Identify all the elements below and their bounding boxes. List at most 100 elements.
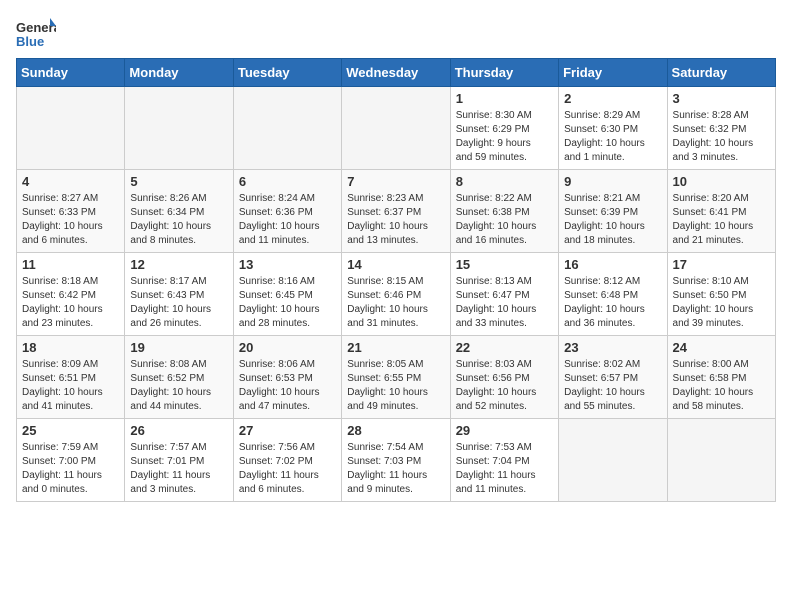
calendar-cell: 7 Sunrise: 8:23 AM Sunset: 6:37 PM Daylig… (342, 170, 450, 253)
calendar-cell: 2 Sunrise: 8:29 AM Sunset: 6:30 PM Daylig… (559, 87, 667, 170)
day-info: Sunrise: 7:53 AM Sunset: 7:04 PM Dayligh… (456, 441, 553, 497)
day-info: Sunrise: 7:56 AM Sunset: 7:02 PM Dayligh… (239, 441, 336, 497)
calendar-cell: 3 Sunrise: 8:28 AM Sunset: 6:32 PM Daylig… (667, 87, 775, 170)
calendar-week-4: 18Sunrise: 8:09 AM Sunset: 6:51 PM Dayli… (17, 336, 776, 419)
day-info: Sunrise: 8:05 AM Sunset: 6:55 PM Dayligh… (347, 358, 444, 414)
day-number: 8 (456, 174, 553, 189)
day-info: Sunrise: 8:15 AM Sunset: 6:46 PM Dayligh… (347, 275, 444, 331)
weekday-header-tuesday: Tuesday (233, 59, 341, 87)
day-info: Sunrise: 8:22 AM Sunset: 6:38 PM Dayligh… (456, 192, 553, 248)
day-number: 19 (130, 340, 227, 355)
day-info: Sunrise: 8:23 AM Sunset: 6:37 PM Dayligh… (347, 192, 444, 248)
calendar-cell (125, 87, 233, 170)
calendar-week-3: 11 Sunrise: 8:18 AM Sunset: 6:42 PM Dayli… (17, 253, 776, 336)
day-info: Sunrise: 8:13 AM Sunset: 6:47 PM Dayligh… (456, 275, 553, 331)
calendar-cell: 6Sunrise: 8:24 AM Sunset: 6:36 PM Daylig… (233, 170, 341, 253)
page-header: General Blue (16, 16, 776, 52)
calendar-cell: 4 Sunrise: 8:27 AM Sunset: 6:33 PM Daylig… (17, 170, 125, 253)
calendar-cell: 12 Sunrise: 8:17 AM Sunset: 6:43 PM Dayli… (125, 253, 233, 336)
logo: General Blue (16, 16, 56, 52)
day-number: 22 (456, 340, 553, 355)
day-number: 16 (564, 257, 661, 272)
calendar-cell: 13 Sunrise: 8:16 AM Sunset: 6:45 PM Dayli… (233, 253, 341, 336)
calendar-cell: 24 Sunrise: 8:00 AM Sunset: 6:58 PM Dayli… (667, 336, 775, 419)
calendar-cell: 11 Sunrise: 8:18 AM Sunset: 6:42 PM Dayli… (17, 253, 125, 336)
calendar-body: 1 Sunrise: 8:30 AM Sunset: 6:29 PM Daylig… (17, 87, 776, 502)
calendar-cell: 27Sunrise: 7:56 AM Sunset: 7:02 PM Dayli… (233, 419, 341, 502)
day-number: 11 (22, 257, 119, 272)
day-info: Sunrise: 8:29 AM Sunset: 6:30 PM Dayligh… (564, 109, 661, 165)
day-number: 17 (673, 257, 770, 272)
calendar-cell (559, 419, 667, 502)
calendar-week-2: 4 Sunrise: 8:27 AM Sunset: 6:33 PM Daylig… (17, 170, 776, 253)
day-number: 1 (456, 91, 553, 106)
calendar-cell: 20Sunrise: 8:06 AM Sunset: 6:53 PM Dayli… (233, 336, 341, 419)
day-number: 4 (22, 174, 119, 189)
day-info: Sunrise: 8:00 AM Sunset: 6:58 PM Dayligh… (673, 358, 770, 414)
day-info: Sunrise: 8:20 AM Sunset: 6:41 PM Dayligh… (673, 192, 770, 248)
day-info: Sunrise: 8:27 AM Sunset: 6:33 PM Dayligh… (22, 192, 119, 248)
weekday-header-monday: Monday (125, 59, 233, 87)
day-number: 12 (130, 257, 227, 272)
calendar-week-5: 25Sunrise: 7:59 AM Sunset: 7:00 PM Dayli… (17, 419, 776, 502)
svg-text:Blue: Blue (16, 34, 44, 49)
day-info: Sunrise: 8:17 AM Sunset: 6:43 PM Dayligh… (130, 275, 227, 331)
day-number: 24 (673, 340, 770, 355)
calendar-cell: 18Sunrise: 8:09 AM Sunset: 6:51 PM Dayli… (17, 336, 125, 419)
logo-icon: General Blue (16, 16, 56, 52)
day-info: Sunrise: 8:12 AM Sunset: 6:48 PM Dayligh… (564, 275, 661, 331)
day-info: Sunrise: 8:16 AM Sunset: 6:45 PM Dayligh… (239, 275, 336, 331)
calendar-table: SundayMondayTuesdayWednesdayThursdayFrid… (16, 58, 776, 502)
day-info: Sunrise: 8:10 AM Sunset: 6:50 PM Dayligh… (673, 275, 770, 331)
day-info: Sunrise: 8:02 AM Sunset: 6:57 PM Dayligh… (564, 358, 661, 414)
day-info: Sunrise: 7:59 AM Sunset: 7:00 PM Dayligh… (22, 441, 119, 497)
weekday-header-friday: Friday (559, 59, 667, 87)
weekday-header-wednesday: Wednesday (342, 59, 450, 87)
calendar-cell: 21 Sunrise: 8:05 AM Sunset: 6:55 PM Dayli… (342, 336, 450, 419)
day-number: 14 (347, 257, 444, 272)
day-number: 9 (564, 174, 661, 189)
calendar-cell: 16 Sunrise: 8:12 AM Sunset: 6:48 PM Dayli… (559, 253, 667, 336)
day-number: 29 (456, 423, 553, 438)
day-number: 20 (239, 340, 336, 355)
day-info: Sunrise: 8:03 AM Sunset: 6:56 PM Dayligh… (456, 358, 553, 414)
weekday-header-saturday: Saturday (667, 59, 775, 87)
calendar-cell: 8 Sunrise: 8:22 AM Sunset: 6:38 PM Daylig… (450, 170, 558, 253)
day-info: Sunrise: 8:30 AM Sunset: 6:29 PM Dayligh… (456, 109, 553, 165)
weekday-header-sunday: Sunday (17, 59, 125, 87)
calendar-cell: 9 Sunrise: 8:21 AM Sunset: 6:39 PM Daylig… (559, 170, 667, 253)
day-number: 2 (564, 91, 661, 106)
calendar-cell: 28Sunrise: 7:54 AM Sunset: 7:03 PM Dayli… (342, 419, 450, 502)
calendar-cell: 23Sunrise: 8:02 AM Sunset: 6:57 PM Dayli… (559, 336, 667, 419)
calendar-cell (17, 87, 125, 170)
calendar-cell: 25Sunrise: 7:59 AM Sunset: 7:00 PM Dayli… (17, 419, 125, 502)
calendar-cell (342, 87, 450, 170)
calendar-cell: 26Sunrise: 7:57 AM Sunset: 7:01 PM Dayli… (125, 419, 233, 502)
calendar-cell: 10 Sunrise: 8:20 AM Sunset: 6:41 PM Dayli… (667, 170, 775, 253)
day-number: 3 (673, 91, 770, 106)
day-info: Sunrise: 8:24 AM Sunset: 6:36 PM Dayligh… (239, 192, 336, 248)
day-number: 15 (456, 257, 553, 272)
calendar-cell: 19 Sunrise: 8:08 AM Sunset: 6:52 PM Dayli… (125, 336, 233, 419)
day-info: Sunrise: 8:09 AM Sunset: 6:51 PM Dayligh… (22, 358, 119, 414)
day-info: Sunrise: 8:28 AM Sunset: 6:32 PM Dayligh… (673, 109, 770, 165)
day-number: 13 (239, 257, 336, 272)
calendar-cell: 17 Sunrise: 8:10 AM Sunset: 6:50 PM Dayli… (667, 253, 775, 336)
calendar-cell: 1 Sunrise: 8:30 AM Sunset: 6:29 PM Daylig… (450, 87, 558, 170)
day-number: 28 (347, 423, 444, 438)
calendar-cell: 14 Sunrise: 8:15 AM Sunset: 6:46 PM Dayli… (342, 253, 450, 336)
day-info: Sunrise: 8:21 AM Sunset: 6:39 PM Dayligh… (564, 192, 661, 248)
calendar-week-1: 1 Sunrise: 8:30 AM Sunset: 6:29 PM Daylig… (17, 87, 776, 170)
day-info: Sunrise: 8:08 AM Sunset: 6:52 PM Dayligh… (130, 358, 227, 414)
day-number: 10 (673, 174, 770, 189)
calendar-cell (233, 87, 341, 170)
calendar-cell: 5Sunrise: 8:26 AM Sunset: 6:34 PM Daylig… (125, 170, 233, 253)
day-number: 21 (347, 340, 444, 355)
day-info: Sunrise: 8:18 AM Sunset: 6:42 PM Dayligh… (22, 275, 119, 331)
day-number: 5 (130, 174, 227, 189)
calendar-cell: 15 Sunrise: 8:13 AM Sunset: 6:47 PM Dayli… (450, 253, 558, 336)
day-info: Sunrise: 7:57 AM Sunset: 7:01 PM Dayligh… (130, 441, 227, 497)
day-number: 7 (347, 174, 444, 189)
calendar-header-row: SundayMondayTuesdayWednesdayThursdayFrid… (17, 59, 776, 87)
calendar-cell (667, 419, 775, 502)
